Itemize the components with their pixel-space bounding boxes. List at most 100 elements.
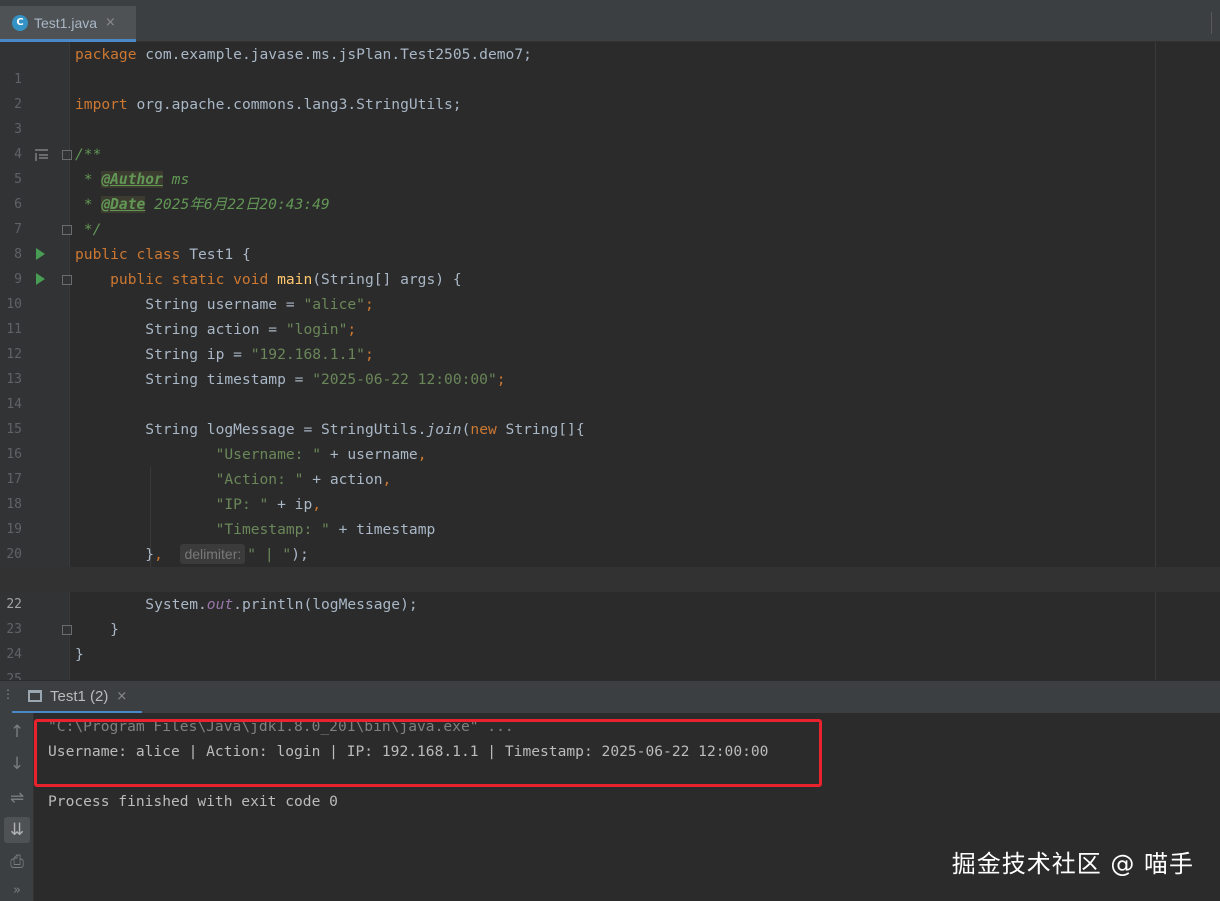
close-icon[interactable]: × [116,689,127,704]
fold-icon[interactable] [62,150,72,160]
code-token: System. [75,596,207,613]
code-line: 1 package com.example.javase.ms.jsPlan.T… [0,42,1220,87]
code-token: String ip = [75,346,251,363]
code-token: String timestamp = [75,371,313,388]
code-token: , [382,471,392,488]
run-tab-test1[interactable]: Test1 (2) × [12,681,142,714]
code-line: 18 "Action: " + action, [0,467,1220,512]
java-class-icon: C [12,14,28,31]
run-icon[interactable] [36,248,45,260]
code-token: * [75,196,102,213]
code-token: , [154,546,163,563]
code-token: import [75,96,128,113]
code-line: 21 }, delimiter:" | "); [0,542,1220,587]
up-arrow-icon[interactable]: ↑ [4,719,30,745]
code-token: main [268,271,313,288]
code-token: "login" [285,321,348,338]
code-token: "Timestamp: " [215,521,330,538]
javadoc-tag: @Date [101,196,146,213]
code-token: org.apache.commons.lang3.StringUtils; [127,96,462,113]
print-icon[interactable]: ⎙ [4,849,30,875]
code-token: , [312,496,322,513]
code-line: 9 public class Test1 { [0,242,1220,287]
run-tab-label: Test1 (2) [50,687,109,705]
code-token: ); [291,546,309,563]
down-arrow-icon[interactable]: ↓ [4,751,30,777]
code-token: + timestamp [329,521,436,538]
code-line: 13 String ip = "192.168.1.1"; [0,342,1220,387]
code-line: 14 String timestamp = "2025-06-22 12:00:… [0,367,1220,412]
code-line: 10 public static void main(String[] args… [0,267,1220,312]
editor-tab-bar: C Test1.java × [0,0,1220,42]
code-token: package [75,46,137,63]
code-token: " | " [247,546,292,563]
code-token: Test1 { [180,246,251,263]
parameter-hint: delimiter: [180,544,246,564]
code-token: "alice" [303,296,365,313]
code-token: */ [75,221,102,238]
soft-wrap-icon[interactable]: ⇌ [4,785,30,811]
code-token: ; [364,296,374,313]
code-line: 20 "Timestamp: " + timestamp [0,517,1220,562]
code-line: 15 [0,392,1220,437]
code-token: String action = [75,321,286,338]
code-token: String[]{ [496,421,585,438]
code-token: "2025-06-22 12:00:00" [312,371,497,388]
code-line-current: 22 [0,567,1220,612]
fold-icon[interactable] [62,225,72,235]
code-line: 3 import org.apache.commons.lang3.String… [0,92,1220,137]
code-token: } [75,646,84,663]
code-line: 5 /** [0,142,1220,187]
code-token: out [206,596,234,613]
code-editor[interactable]: 1 package com.example.javase.ms.jsPlan.T… [0,42,1220,680]
code-token: , [417,446,427,463]
code-token: } [75,546,155,563]
code-token: "Username: " [215,446,322,463]
code-token: "Action: " [215,471,304,488]
code-token: * [75,171,102,188]
render-doc-icon[interactable] [35,149,48,161]
run-icon[interactable] [36,273,45,285]
code-token: + ip [268,496,313,513]
highlight-annotation-box [34,719,822,787]
fold-icon[interactable] [62,275,72,285]
console-exit-line: Process finished with exit code 0 [48,793,338,810]
code-token: + action [303,471,383,488]
code-token: } [75,621,119,638]
console-toolbar: ↑ ↓ ⇌ ⇊ ⎙ » [0,713,34,901]
watermark: 掘金技术社区 @ 喵手 [951,850,1194,878]
code-token: ; [347,321,357,338]
editor-tab-test1-java[interactable]: C Test1.java × [0,6,136,42]
code-line: 6 * @Author ms [0,167,1220,212]
code-line: 23 System.out.println(logMessage); [0,592,1220,637]
line-number: 25 [6,672,22,680]
code-token: com.example.javase.ms.jsPlan.Test2505.de… [136,46,532,63]
code-token: + username [321,446,418,463]
fold-icon[interactable] [62,625,72,635]
code-token: ; [364,346,374,363]
more-icon[interactable]: » [4,877,30,901]
code-line: 16 String logMessage = StringUtils.join(… [0,417,1220,462]
code-line: 4 [0,117,1220,162]
run-console[interactable]: ↑ ↓ ⇌ ⇊ ⎙ » "C:\Program Files\Java\jdk1.… [0,713,1220,901]
code-line: 25 } [0,642,1220,680]
code-token: public static void [75,271,269,288]
scroll-to-end-icon[interactable]: ⇊ [4,817,30,843]
editor-tab-label: Test1.java [34,14,98,31]
code-token: String logMessage = StringUtils. [75,421,427,438]
code-token: ; [496,371,506,388]
code-token: "IP: " [215,496,269,513]
console-icon [28,690,42,702]
code-line: 17 "Username: " + username, [0,442,1220,487]
code-line: 12 String action = "login"; [0,317,1220,362]
tabbar-divider [1211,12,1212,34]
code-token: String username = [75,296,304,313]
code-line: 8 */ [0,217,1220,262]
close-icon[interactable]: × [105,15,116,30]
code-token: ms [162,171,190,188]
